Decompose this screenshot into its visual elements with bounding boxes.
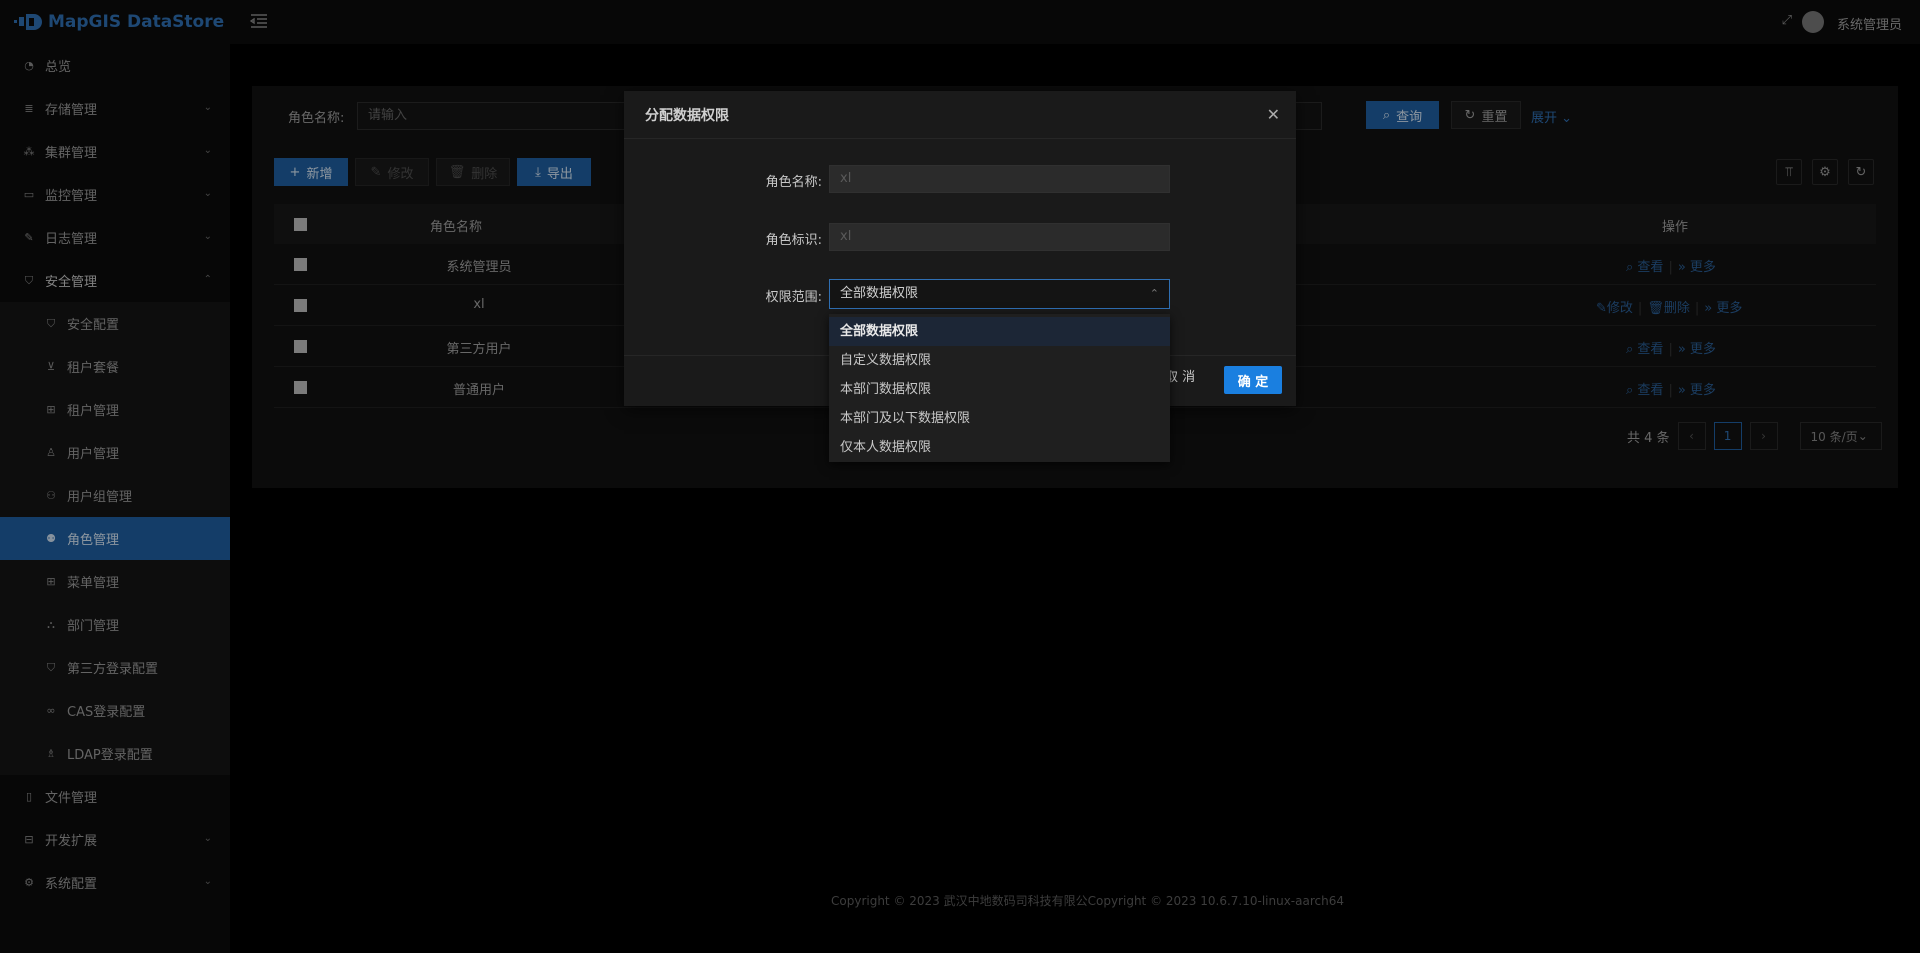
role-key-field[interactable]: xl	[829, 223, 1170, 251]
scope-label: 权限范围:	[765, 290, 822, 305]
scope-option[interactable]: 仅本人数据权限	[829, 433, 1170, 462]
role-name-field[interactable]: xl	[829, 165, 1170, 193]
role-key-label: 角色标识:	[765, 233, 822, 248]
modal-title: 分配数据权限	[645, 107, 729, 124]
form-row-role-name: 角色名称: xl	[624, 165, 1296, 195]
scope-option[interactable]: 本部门及以下数据权限	[829, 404, 1170, 433]
close-icon[interactable]: ✕	[1267, 105, 1280, 124]
modal-header: 分配数据权限 ✕	[624, 91, 1296, 139]
role-name-label: 角色名称:	[765, 175, 822, 190]
form-row-scope: 权限范围: 全部数据权限 ⌃	[624, 279, 1296, 309]
chevron-up-icon: ⌃	[1149, 287, 1159, 300]
scope-dropdown: 全部数据权限 自定义数据权限 本部门数据权限 本部门及以下数据权限 仅本人数据权…	[829, 314, 1170, 462]
confirm-button[interactable]: 确 定	[1224, 366, 1282, 394]
scope-option[interactable]: 自定义数据权限	[829, 346, 1170, 375]
scope-option[interactable]: 本部门数据权限	[829, 375, 1170, 404]
scope-select[interactable]: 全部数据权限 ⌃	[829, 279, 1170, 309]
form-row-role-key: 角色标识: xl	[624, 223, 1296, 253]
scope-option[interactable]: 全部数据权限	[829, 317, 1170, 346]
